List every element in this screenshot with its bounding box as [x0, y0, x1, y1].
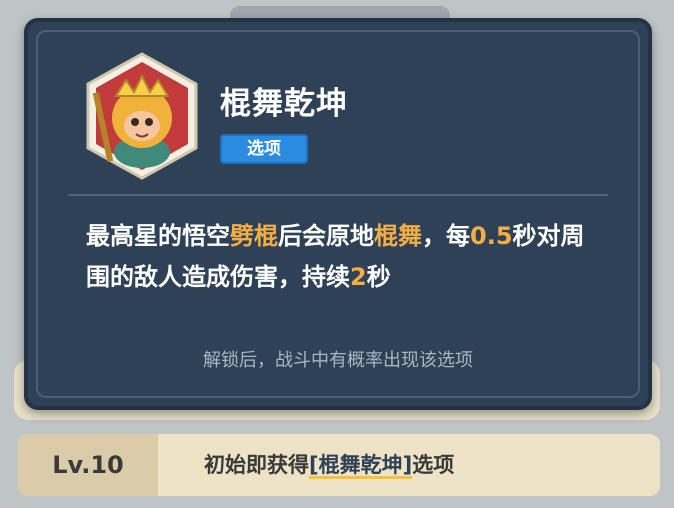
description-highlight: 棍舞 — [374, 222, 422, 250]
skill-description: 最高星的悟空劈棍后会原地棍舞，每0.5秒对周围的敌人造成伤害，持续2秒 — [86, 216, 606, 298]
skill-tooltip-card: 棍舞乾坤 选项 最高星的悟空劈棍后会原地棍舞，每0.5秒对周围的敌人造成伤害，持… — [24, 18, 652, 410]
reward-prefix: 初始即获得 — [204, 453, 309, 477]
reward-skill-label: 棍舞乾坤 — [318, 453, 403, 477]
divider — [68, 194, 608, 196]
description-highlight: 劈棍 — [230, 222, 278, 250]
skill-title: 棍舞乾坤 — [220, 86, 348, 122]
description-highlight: 0.5 — [470, 222, 513, 250]
level-badge: Lv.10 — [18, 434, 158, 496]
reward-suffix: 选项 — [412, 453, 455, 477]
description-text: 秒 — [366, 263, 391, 291]
reward-skill-name: [棍舞乾坤] — [309, 453, 412, 477]
level-reward-text: 初始即获得[棍舞乾坤]选项 — [204, 434, 454, 496]
description-text: 后会原地 — [278, 222, 374, 250]
bracket-close: ] — [402, 453, 413, 477]
monkey-king-portrait-icon — [86, 52, 198, 180]
level-unlock-row: Lv.10 初始即获得[棍舞乾坤]选项 — [18, 434, 660, 496]
description-highlight: 2 — [350, 263, 367, 291]
bracket-open: [ — [309, 453, 319, 477]
description-text: 最高星的悟空 — [86, 222, 230, 250]
unlock-note: 解锁后，战斗中有概率出现该选项 — [203, 350, 473, 371]
skill-type-tag: 选项 — [220, 134, 308, 164]
description-text: ，每 — [422, 222, 470, 250]
